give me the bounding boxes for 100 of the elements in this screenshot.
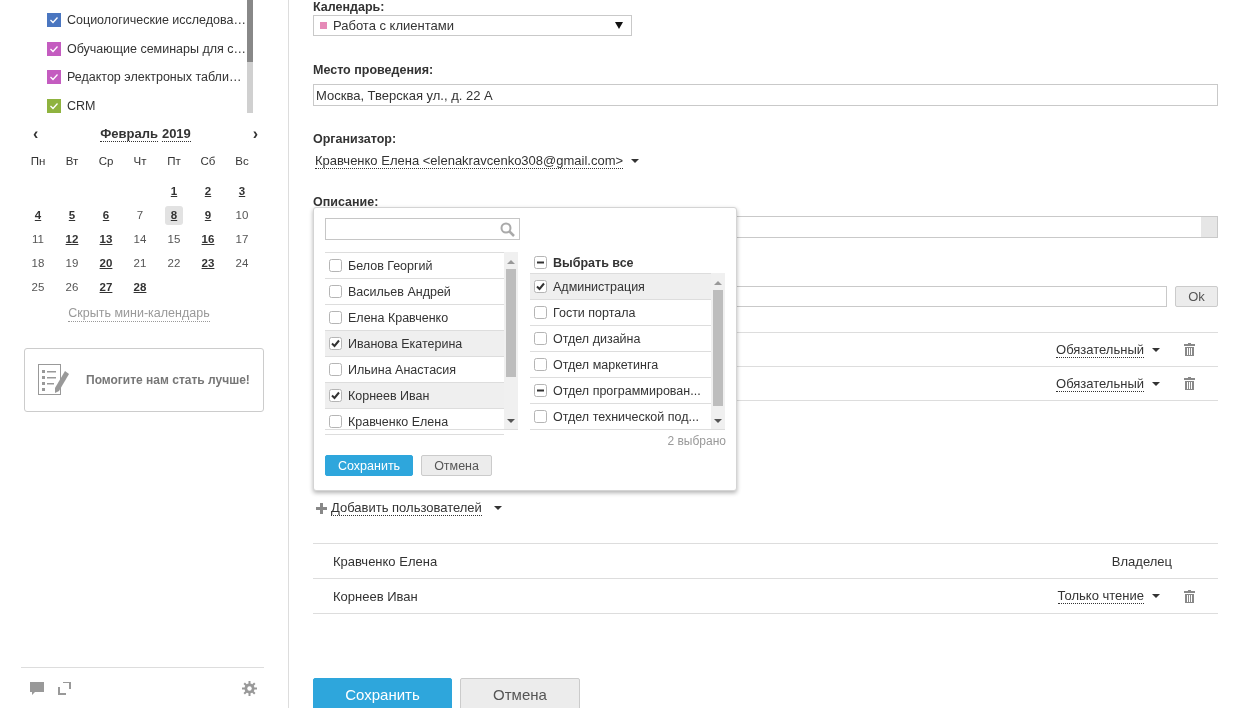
calendar-name[interactable]: Социологические исследова… [67, 13, 246, 28]
caret-icon[interactable] [1152, 347, 1160, 352]
checkbox[interactable] [534, 410, 547, 423]
checkbox[interactable] [534, 332, 547, 345]
scrollbar[interactable] [711, 273, 725, 429]
calendar-day[interactable]: 1 [167, 181, 181, 201]
plus-icon[interactable] [316, 502, 327, 514]
role-dropdown[interactable]: Обязательный [1056, 375, 1144, 392]
calendar-day[interactable]: 12 [62, 229, 82, 249]
cancel-button[interactable]: Отмена [460, 678, 580, 708]
calendar-checkbox[interactable] [47, 70, 61, 85]
user-list-item[interactable]: Иванова Екатерина [325, 331, 504, 357]
group-list-item[interactable]: Отдел маркетинга [530, 352, 711, 378]
checkbox[interactable] [329, 389, 342, 402]
calendar-select[interactable]: Работа с клиентами [313, 15, 632, 36]
calendar-day[interactable]: 13 [96, 229, 116, 249]
calendar-day[interactable]: 22 [164, 253, 184, 273]
checkbox[interactable] [534, 384, 547, 397]
calendar-day[interactable]: 26 [62, 277, 82, 297]
checkbox[interactable] [329, 337, 342, 350]
feedback-card[interactable]: Помогите нам стать лучше! [24, 348, 264, 412]
scrollbar[interactable] [247, 0, 253, 113]
calendar-day[interactable]: 24 [232, 253, 252, 273]
calendar-checkbox[interactable] [47, 41, 61, 56]
previous-month-button[interactable]: ‹ [33, 125, 39, 143]
group-list-item[interactable]: Отдел дизайна [530, 326, 711, 352]
year-link[interactable]: 2019 [161, 126, 191, 142]
calendar-day[interactable]: 20 [96, 253, 116, 273]
calendar-name[interactable]: Редактор электроных табли… [67, 70, 242, 85]
trash-icon[interactable] [1184, 589, 1195, 603]
weekday-label: Вс [234, 155, 250, 169]
caret-icon[interactable] [493, 506, 502, 510]
calendar-day[interactable]: 7 [133, 205, 147, 225]
calendar-checkbox[interactable] [47, 13, 61, 28]
calendar-day[interactable]: 17 [232, 229, 252, 249]
user-list-item[interactable]: Корнеев Иван [325, 383, 504, 409]
checkbox[interactable] [329, 285, 342, 298]
calendar-day[interactable]: 28 [130, 277, 150, 297]
group-list-item[interactable]: Отдел технической под... [530, 404, 711, 430]
user-name: Корнеев Иван [333, 588, 419, 604]
group-list-item[interactable]: Отдел программирован... [530, 378, 711, 404]
user-list-item[interactable]: Кравченко Елена [325, 409, 504, 435]
checkbox[interactable] [534, 280, 547, 293]
role-dropdown[interactable]: Обязательный [1056, 341, 1144, 358]
checkbox[interactable] [534, 358, 547, 371]
add-users-link[interactable]: Добавить пользователей [331, 500, 482, 516]
calendar-day[interactable]: 16 [198, 229, 218, 249]
caret-icon[interactable] [615, 22, 623, 29]
search-icon[interactable] [500, 221, 515, 237]
weekday-label: Сб [199, 155, 217, 169]
calendar-day[interactable]: 27 [96, 277, 116, 297]
calendar-name[interactable]: Обучающие семинары для с… [67, 41, 246, 56]
ok-button[interactable]: Ok [1175, 286, 1218, 307]
settings-icon[interactable] [242, 680, 257, 696]
calendar-day[interactable]: 2 [201, 181, 215, 201]
checkbox[interactable] [329, 363, 342, 376]
group-list-item[interactable]: Гости портала [530, 300, 711, 326]
cancel-button[interactable]: Отмена [421, 455, 492, 476]
search-field[interactable] [325, 218, 520, 240]
caret-icon[interactable] [1152, 381, 1160, 386]
caret-icon[interactable] [631, 159, 640, 163]
calendar-day[interactable]: 21 [130, 253, 150, 273]
checkbox[interactable] [329, 415, 342, 428]
month-link[interactable]: Февраль [100, 126, 158, 142]
calendar-day[interactable]: 25 [28, 277, 48, 297]
calendar-day[interactable]: 23 [198, 253, 218, 273]
weekday-label: Чт [132, 155, 148, 169]
expand-icon[interactable] [58, 681, 71, 695]
calendar-day[interactable]: 5 [65, 205, 79, 225]
calendar-day[interactable]: 11 [29, 229, 47, 249]
scrollbar[interactable] [504, 252, 518, 429]
location-field[interactable]: Москва, Тверская ул., д. 22 А [313, 84, 1218, 106]
calendar-checkbox[interactable] [47, 98, 61, 113]
calendar-day[interactable]: 15 [164, 229, 184, 249]
trash-icon[interactable] [1184, 377, 1195, 390]
organizer-link[interactable]: Кравченко Елена <elenakravcenko308@gmail.com> [315, 153, 624, 169]
caret-icon[interactable] [1152, 594, 1160, 598]
user-name: Кравченко Елена [333, 553, 439, 569]
calendar-day[interactable]: 8 [164, 205, 184, 225]
user-list-item[interactable]: Васильев Андрей [325, 279, 504, 305]
calendar-day[interactable]: 19 [62, 253, 82, 273]
select-all-label[interactable]: Выбрать все [553, 255, 634, 270]
next-month-button[interactable]: › [252, 125, 258, 143]
chat-icon[interactable] [30, 681, 44, 695]
select-all-checkbox[interactable] [534, 256, 547, 269]
role-dropdown[interactable]: Только чтение [1057, 588, 1144, 604]
checkbox[interactable] [329, 259, 342, 272]
group-list-item[interactable]: Администрация [530, 274, 711, 300]
trash-icon[interactable] [1184, 343, 1195, 356]
calendar-day[interactable]: 4 [31, 205, 45, 225]
checkbox[interactable] [329, 311, 342, 324]
calendar-day[interactable]: 10 [232, 205, 252, 225]
calendar-day[interactable]: 18 [28, 253, 48, 273]
calendar-day[interactable]: 14 [130, 229, 150, 249]
calendar-name[interactable]: CRM [67, 98, 96, 113]
user-list-item[interactable]: Белов Георгий [325, 253, 504, 279]
calendar-day[interactable]: 3 [235, 181, 249, 201]
calendar-day[interactable]: 9 [201, 205, 215, 225]
checkbox[interactable] [534, 306, 547, 319]
calendar-day[interactable]: 6 [99, 205, 113, 225]
